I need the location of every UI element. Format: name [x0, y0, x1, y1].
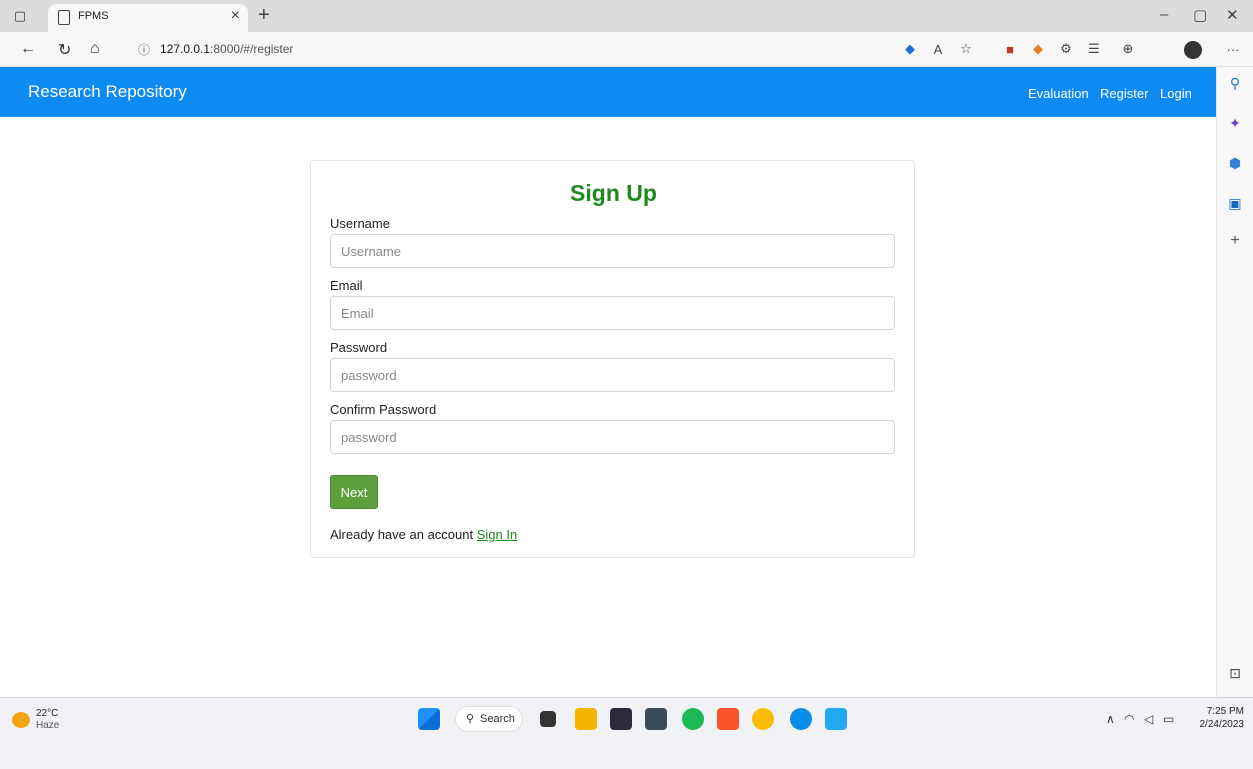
address-bar-row: ← ↻ ⌂ ⓘ 127.0.0.1:8000/#/register ◆ A ☆ …: [0, 32, 1253, 67]
extensions-icon[interactable]: ⚙: [1058, 41, 1074, 57]
email-label: Email: [330, 278, 363, 293]
url-path: :8000/#/register: [210, 42, 294, 56]
os-taskbar: 22°C Haze ⚲ Search ∧ ◠ ◁ ▭ 7:25 PM 2/24/…: [0, 697, 1253, 769]
home-icon[interactable]: ⌂: [90, 40, 100, 58]
profile-avatar-icon[interactable]: [1184, 41, 1202, 59]
clock-time[interactable]: 7:25 PM: [1204, 706, 1244, 717]
signup-card: Sign Up Username Email Password Confirm …: [310, 160, 915, 558]
nav-link-login[interactable]: Login: [1160, 86, 1192, 101]
site-navbar: Research Repository Evaluation Register …: [0, 67, 1216, 117]
search-icon[interactable]: ⚲: [1227, 75, 1243, 91]
clock-date[interactable]: 2/24/2023: [1182, 719, 1245, 730]
edge-icon[interactable]: [790, 708, 812, 730]
tab-close-icon[interactable]: ×: [231, 7, 240, 25]
weather-icon[interactable]: [12, 712, 30, 728]
site-brand[interactable]: Research Repository: [28, 82, 187, 102]
task-view-icon[interactable]: [540, 711, 556, 727]
favorites-list-icon[interactable]: ☰: [1086, 41, 1102, 57]
signin-prompt: Already have an account Sign In: [330, 527, 517, 542]
game-app-icon[interactable]: [610, 708, 632, 730]
confirm-password-input[interactable]: [330, 420, 895, 454]
taskbar-search[interactable]: ⚲ Search: [455, 706, 523, 732]
minimize-icon[interactable]: –: [1160, 6, 1168, 23]
volume-icon[interactable]: ◁: [1144, 712, 1153, 726]
extension-red-icon[interactable]: ■: [1002, 41, 1018, 57]
tray-chevron-icon[interactable]: ∧: [1106, 712, 1115, 726]
browser-titlebar: ▢ FPMS × + – ▢ ✕: [0, 0, 1253, 32]
battery-icon[interactable]: ▭: [1163, 712, 1174, 726]
url-host: 127.0.0.1: [160, 42, 211, 56]
favorite-star-icon[interactable]: ☆: [958, 41, 974, 57]
refresh-icon[interactable]: ↻: [58, 40, 71, 60]
nav-link-evaluation[interactable]: Evaluation: [1028, 86, 1089, 101]
new-tab-icon[interactable]: +: [258, 4, 270, 27]
wifi-icon[interactable]: ◠: [1124, 712, 1134, 726]
sidebar-toggle-icon[interactable]: ⊡: [1227, 665, 1243, 681]
copilot-icon[interactable]: ✦: [1227, 115, 1243, 131]
password-label: Password: [330, 340, 388, 355]
spotify-icon[interactable]: [682, 708, 704, 730]
tab-actions-icon[interactable]: ▢: [12, 8, 28, 24]
username-input[interactable]: [330, 234, 895, 268]
url-field[interactable]: ⓘ 127.0.0.1:8000/#/register: [120, 36, 890, 62]
confirm-password-label: Confirm Password: [330, 402, 437, 417]
collections-icon[interactable]: ⊕: [1120, 41, 1136, 57]
page-title: Sign Up: [570, 180, 657, 206]
vscode-icon[interactable]: [825, 708, 847, 730]
price-tag-icon[interactable]: ◆: [902, 41, 918, 57]
add-sidebar-icon[interactable]: +: [1227, 232, 1243, 249]
chrome-icon[interactable]: [752, 708, 774, 730]
terminal-icon[interactable]: [645, 708, 667, 730]
page-viewport: Research Repository Evaluation Register …: [0, 67, 1216, 697]
weather-desc[interactable]: Haze: [36, 720, 59, 731]
url-text[interactable]: 127.0.0.1:8000/#/register: [160, 42, 293, 56]
windows-start-icon[interactable]: [418, 708, 440, 730]
office-icon[interactable]: ⬢: [1227, 155, 1243, 171]
site-info-icon[interactable]: ⓘ: [138, 41, 150, 58]
back-icon[interactable]: ←: [20, 40, 36, 58]
username-label: Username: [330, 216, 390, 231]
search-label: Search: [480, 713, 515, 725]
brave-icon[interactable]: [717, 708, 739, 730]
tab-title: FPMS: [78, 10, 109, 22]
email-input[interactable]: [330, 296, 895, 330]
file-explorer-icon[interactable]: [575, 708, 597, 730]
page-favicon-icon: [58, 10, 70, 25]
signin-link[interactable]: Sign In: [477, 527, 517, 542]
more-menu-icon[interactable]: ···: [1225, 41, 1241, 57]
search-magnifier-icon: ⚲: [466, 713, 475, 725]
next-button[interactable]: Next: [330, 475, 378, 509]
metamask-fox-icon[interactable]: ◆: [1030, 41, 1046, 57]
window-close-icon[interactable]: ✕: [1226, 6, 1239, 24]
read-aloud-icon[interactable]: A: [930, 41, 946, 57]
restore-icon[interactable]: ▢: [1193, 6, 1207, 24]
password-input[interactable]: [330, 358, 895, 392]
nav-link-register[interactable]: Register: [1100, 86, 1148, 101]
browser-sidebar: ⚲ ✦ ⬢ ▣ + ⊡ ⚙: [1216, 67, 1253, 717]
weather-temp[interactable]: 22°C: [36, 708, 58, 719]
signin-prompt-text: Already have an account: [330, 527, 477, 542]
outlook-icon[interactable]: ▣: [1227, 195, 1243, 211]
browser-tab[interactable]: FPMS ×: [48, 4, 248, 32]
